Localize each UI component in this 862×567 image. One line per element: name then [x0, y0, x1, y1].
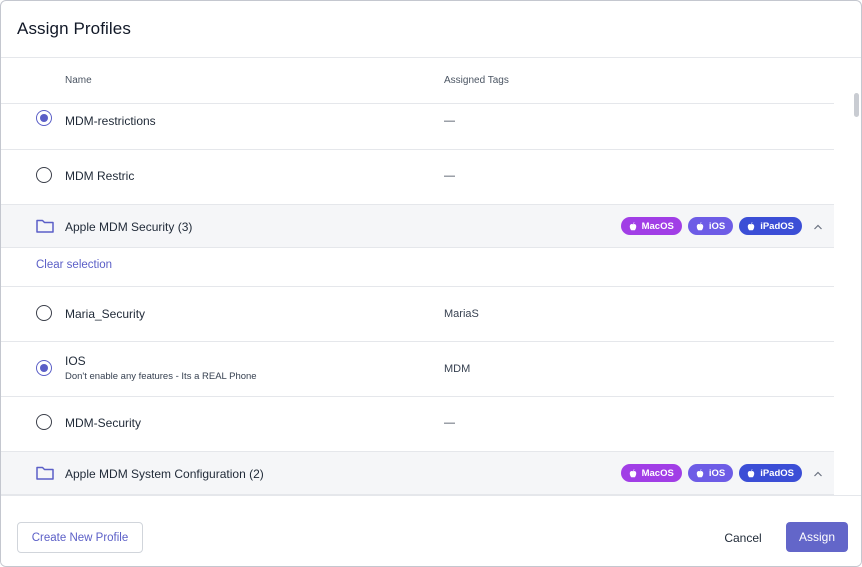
dialog-header: Assign Profiles [1, 1, 861, 58]
profile-name: MDM-Security [65, 416, 142, 430]
assign-profiles-dialog: Assign Profiles Name Assigned Tags MDM-r… [0, 0, 862, 567]
profile-row-mdm-restrictions[interactable]: MDM-restrictions — [1, 104, 834, 150]
apple-icon [629, 468, 636, 477]
profile-name: IOS [65, 354, 86, 368]
badge-ipados: iPadOS [739, 464, 802, 482]
dialog-footer: Create New Profile Cancel Assign [1, 495, 861, 566]
assigned-tags: MDM [444, 363, 471, 375]
assigned-tags: — [444, 115, 455, 127]
badge-label: iOS [708, 467, 726, 479]
apple-icon [629, 221, 636, 230]
radio-button[interactable] [36, 360, 52, 376]
folder-icon [36, 466, 54, 480]
profile-name: MDM Restric [65, 169, 135, 183]
badge-macos: MacOS [620, 464, 682, 482]
column-header-assigned-tags: Assigned Tags [444, 75, 509, 86]
apple-icon [696, 468, 704, 477]
column-header-name: Name [65, 75, 92, 86]
badge-ios: iOS [687, 464, 734, 482]
apple-icon [747, 221, 755, 230]
assigned-tags: — [444, 417, 455, 429]
profile-name: Maria_Security [65, 307, 146, 321]
badge-macos: MacOS [620, 217, 682, 235]
scrollbar-thumb[interactable] [854, 93, 859, 117]
profile-row-maria-security[interactable]: Maria_Security MariaS [1, 287, 834, 342]
profile-row-mdm-restric[interactable]: MDM Restric — [1, 150, 834, 205]
assign-button[interactable]: Assign [786, 522, 848, 552]
profiles-list[interactable]: Name Assigned Tags MDM-restrictions — MD… [1, 58, 861, 495]
radio-button[interactable] [36, 305, 52, 321]
profile-row-ios[interactable]: IOS Don't enable any features - Its a RE… [1, 342, 834, 397]
profile-description: Don't enable any features - Its a REAL P… [65, 371, 257, 382]
badge-label: MacOS [641, 220, 674, 232]
create-new-profile-button[interactable]: Create New Profile [17, 522, 143, 553]
badge-label: iPadOS [760, 220, 794, 232]
os-badges: MacOS iOS iPadOS [620, 464, 802, 482]
badge-ios: iOS [687, 217, 734, 235]
group-name: Apple MDM System Configuration (2) [65, 467, 264, 481]
badge-label: iPadOS [760, 467, 794, 479]
chevron-up-icon[interactable] [812, 468, 824, 480]
radio-button[interactable] [36, 110, 52, 126]
badge-ipados: iPadOS [739, 217, 802, 235]
apple-icon [696, 221, 704, 230]
radio-button[interactable] [36, 414, 52, 430]
os-badges: MacOS iOS iPadOS [620, 217, 802, 235]
cancel-button[interactable]: Cancel [715, 524, 771, 552]
assigned-tags: MariaS [444, 308, 479, 320]
badge-label: MacOS [641, 467, 674, 479]
assigned-tags: — [444, 170, 455, 182]
clear-selection-link[interactable]: Clear selection [36, 259, 112, 271]
dialog-title: Assign Profiles [17, 19, 131, 38]
profile-row-mdm-security[interactable]: MDM-Security — [1, 397, 834, 452]
group-header-apple-mdm-system-configuration[interactable]: Apple MDM System Configuration (2) MacOS… [1, 452, 834, 495]
table-header: Name Assigned Tags [1, 58, 834, 104]
badge-label: iOS [708, 220, 726, 232]
group-name: Apple MDM Security (3) [65, 220, 193, 234]
clear-selection-row: Clear selection [1, 248, 834, 287]
profile-name: MDM-restrictions [65, 114, 156, 128]
chevron-up-icon[interactable] [812, 221, 824, 233]
radio-button[interactable] [36, 167, 52, 183]
apple-icon [747, 468, 755, 477]
group-header-apple-mdm-security[interactable]: Apple MDM Security (3) MacOS iOS iPadOS [1, 205, 834, 248]
folder-icon [36, 219, 54, 233]
